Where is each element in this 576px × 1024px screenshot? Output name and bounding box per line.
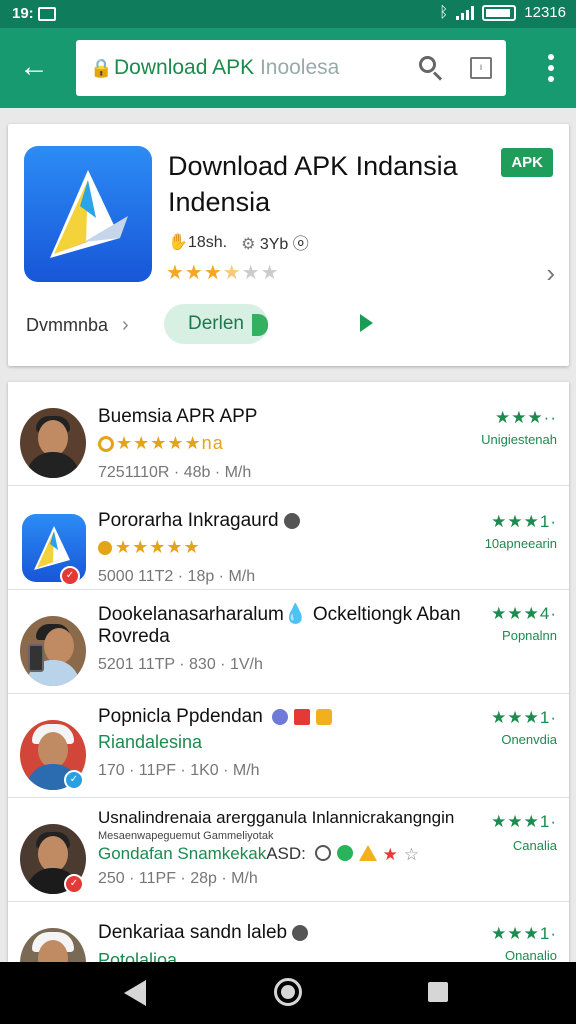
item-title: Pororarha Inkragaurd xyxy=(98,510,300,532)
item-meta: 7251110R · 48b · M/h xyxy=(98,464,252,481)
info-icon: ⓞ xyxy=(292,236,309,253)
info-icon xyxy=(314,844,331,861)
item-score-label: Popnalnn xyxy=(502,628,557,643)
status-time: 19: xyxy=(12,5,34,22)
overflow-menu-icon[interactable] xyxy=(546,54,556,82)
item-score: ★★★1· xyxy=(491,512,557,531)
nav-recents-icon[interactable] xyxy=(428,982,448,1002)
downloads-meta: ✋18sh. xyxy=(168,234,228,251)
status-bar: 19: ᛒ 12316 xyxy=(0,0,576,28)
flag-icon xyxy=(294,708,311,725)
photo-icon xyxy=(38,7,56,21)
item-score-label: 10apneearin xyxy=(484,536,557,551)
whatsapp-icon xyxy=(336,844,353,861)
back-arrow-icon[interactable]: ← xyxy=(14,48,54,88)
item-score-label: Canalia xyxy=(512,838,557,853)
chevron-right-icon[interactable]: › xyxy=(546,258,555,289)
url-text[interactable]: Download APK Inoolesa xyxy=(114,56,416,80)
drop-icon: 💧 xyxy=(283,604,308,625)
item-rating-stars: ★★★★★ xyxy=(98,537,201,558)
verified-badge-icon: ✓ xyxy=(60,566,80,586)
item-title-line2: Rovreda xyxy=(98,626,170,647)
item-score: ★★★1· xyxy=(491,924,557,943)
star-outline-icon: ☆ xyxy=(403,844,420,864)
system-nav-bar xyxy=(0,962,576,1024)
item-meta: 250 · 11PF · 28p · M/h xyxy=(98,870,258,887)
app-title: Download APK Indansia Indensia xyxy=(168,151,458,217)
nav-home-icon[interactable] xyxy=(274,978,302,1006)
tabs-icon[interactable]: ı xyxy=(470,57,492,79)
item-score: ★★★·· xyxy=(494,408,557,427)
star-icon: ★ xyxy=(382,844,398,864)
item-subtitle: Potolalioa xyxy=(98,950,178,962)
app-logo-icon xyxy=(24,146,152,282)
avatar xyxy=(20,616,86,686)
rating-stars: ★★★★★★ xyxy=(166,262,280,284)
item-tagline: Mesaenwapeguemut Gammeliyotak xyxy=(98,830,274,842)
developer-link[interactable]: Dvmmnba › xyxy=(26,314,129,337)
item-score: ★★★1· xyxy=(491,812,557,831)
search-icon[interactable] xyxy=(416,53,446,83)
item-score-label: Unigiestenah xyxy=(481,432,557,447)
chevron-right-icon: › xyxy=(122,314,129,336)
app-bar: ← 🔒 Download APK Inoolesa ı xyxy=(0,28,576,108)
hand-icon: ✋ xyxy=(168,234,188,251)
avatar xyxy=(20,928,86,962)
item-title: Buemsia APR APP xyxy=(98,406,258,427)
item-score: ★★★4· xyxy=(491,604,557,623)
list-item[interactable]: Buemsia APR APP ★★★★★na 7251110R · 48b ·… xyxy=(8,382,569,486)
apk-badge[interactable]: APK xyxy=(501,148,553,177)
size-meta: ⚙ 3Yb ⓞ xyxy=(241,236,309,253)
url-bar[interactable]: 🔒 Download APK Inoolesa ı xyxy=(76,40,506,96)
item-meta: 5000 11T2 · 18p · M/h xyxy=(98,568,256,585)
list-item[interactable]: ✓ Popnicla Ppdendan Riandalesina 170 · 1… xyxy=(8,694,569,798)
phone-icon xyxy=(28,644,44,672)
app-header-card[interactable]: Download APK Indansia Indensia APK ✋18sh… xyxy=(8,124,569,366)
verified-badge-icon: ✓ xyxy=(64,770,84,790)
signal-icon xyxy=(456,5,475,20)
item-title: Popnicla Ppdendan xyxy=(98,706,333,728)
item-score-label: Onanalio xyxy=(504,948,557,962)
badge-icon xyxy=(98,436,114,453)
item-rating-stars: ★★★★★na xyxy=(98,433,224,454)
avatar xyxy=(20,408,86,478)
app-meta: ✋18sh. ⚙ 3Yb ⓞ xyxy=(168,230,309,254)
gear-icon: ⚙ xyxy=(241,236,256,253)
app-list: Buemsia APR APP ★★★★★na 7251110R · 48b ·… xyxy=(8,382,569,962)
item-meta: 5201 11TP · 830 · 1V/h xyxy=(98,656,263,673)
list-item[interactable]: ✓ Pororarha Inkragaurd ★★★★★ 5000 11T2 ·… xyxy=(8,486,569,590)
list-item[interactable]: Dookelanasarharalum💧 Ockeltiongk Aban Ro… xyxy=(8,590,569,694)
verified-badge-icon: ✓ xyxy=(64,874,84,894)
developer-label: Dvmmnba xyxy=(26,315,109,335)
url-prefix: Download APK xyxy=(114,56,260,79)
item-subtitle: Gondafan SnamkekakASD: ★ ☆ xyxy=(98,844,420,864)
play-icon[interactable] xyxy=(360,314,373,332)
drive-icon xyxy=(358,844,377,861)
list-item[interactable]: ✓ Usnalindrenaia arergganula Inlannicrak… xyxy=(8,798,569,902)
globe-icon xyxy=(272,708,289,725)
battery-icon xyxy=(482,4,517,21)
spacer xyxy=(0,108,576,122)
item-meta: 170 · 11PF · 1K0 · M/h xyxy=(98,762,260,779)
bluetooth-icon: ᛒ xyxy=(439,4,449,21)
nav-back-icon[interactable] xyxy=(124,980,146,1006)
list-item[interactable]: Denkariaa sandn laleb Potolalioa ★★★1· O… xyxy=(8,902,569,962)
item-score-label: Onenvdia xyxy=(501,732,557,747)
item-title: Denkariaa sandn laleb xyxy=(98,922,309,944)
coin-icon xyxy=(98,541,112,556)
star-badge-icon xyxy=(316,708,333,725)
globe-icon xyxy=(283,512,300,529)
item-score: ★★★1· xyxy=(491,708,557,727)
globe-icon xyxy=(292,924,309,941)
url-suffix: Inoolesa xyxy=(259,56,340,79)
lock-icon: 🔒 xyxy=(90,57,113,78)
item-title: Usnalindrenaia arergganula Inlannicrakan… xyxy=(98,808,455,827)
item-subtitle: Riandalesina xyxy=(98,732,203,752)
item-title: Dookelanasarharalum💧 Ockeltiongk Aban xyxy=(98,604,461,625)
status-clock: 12316 xyxy=(524,4,566,21)
